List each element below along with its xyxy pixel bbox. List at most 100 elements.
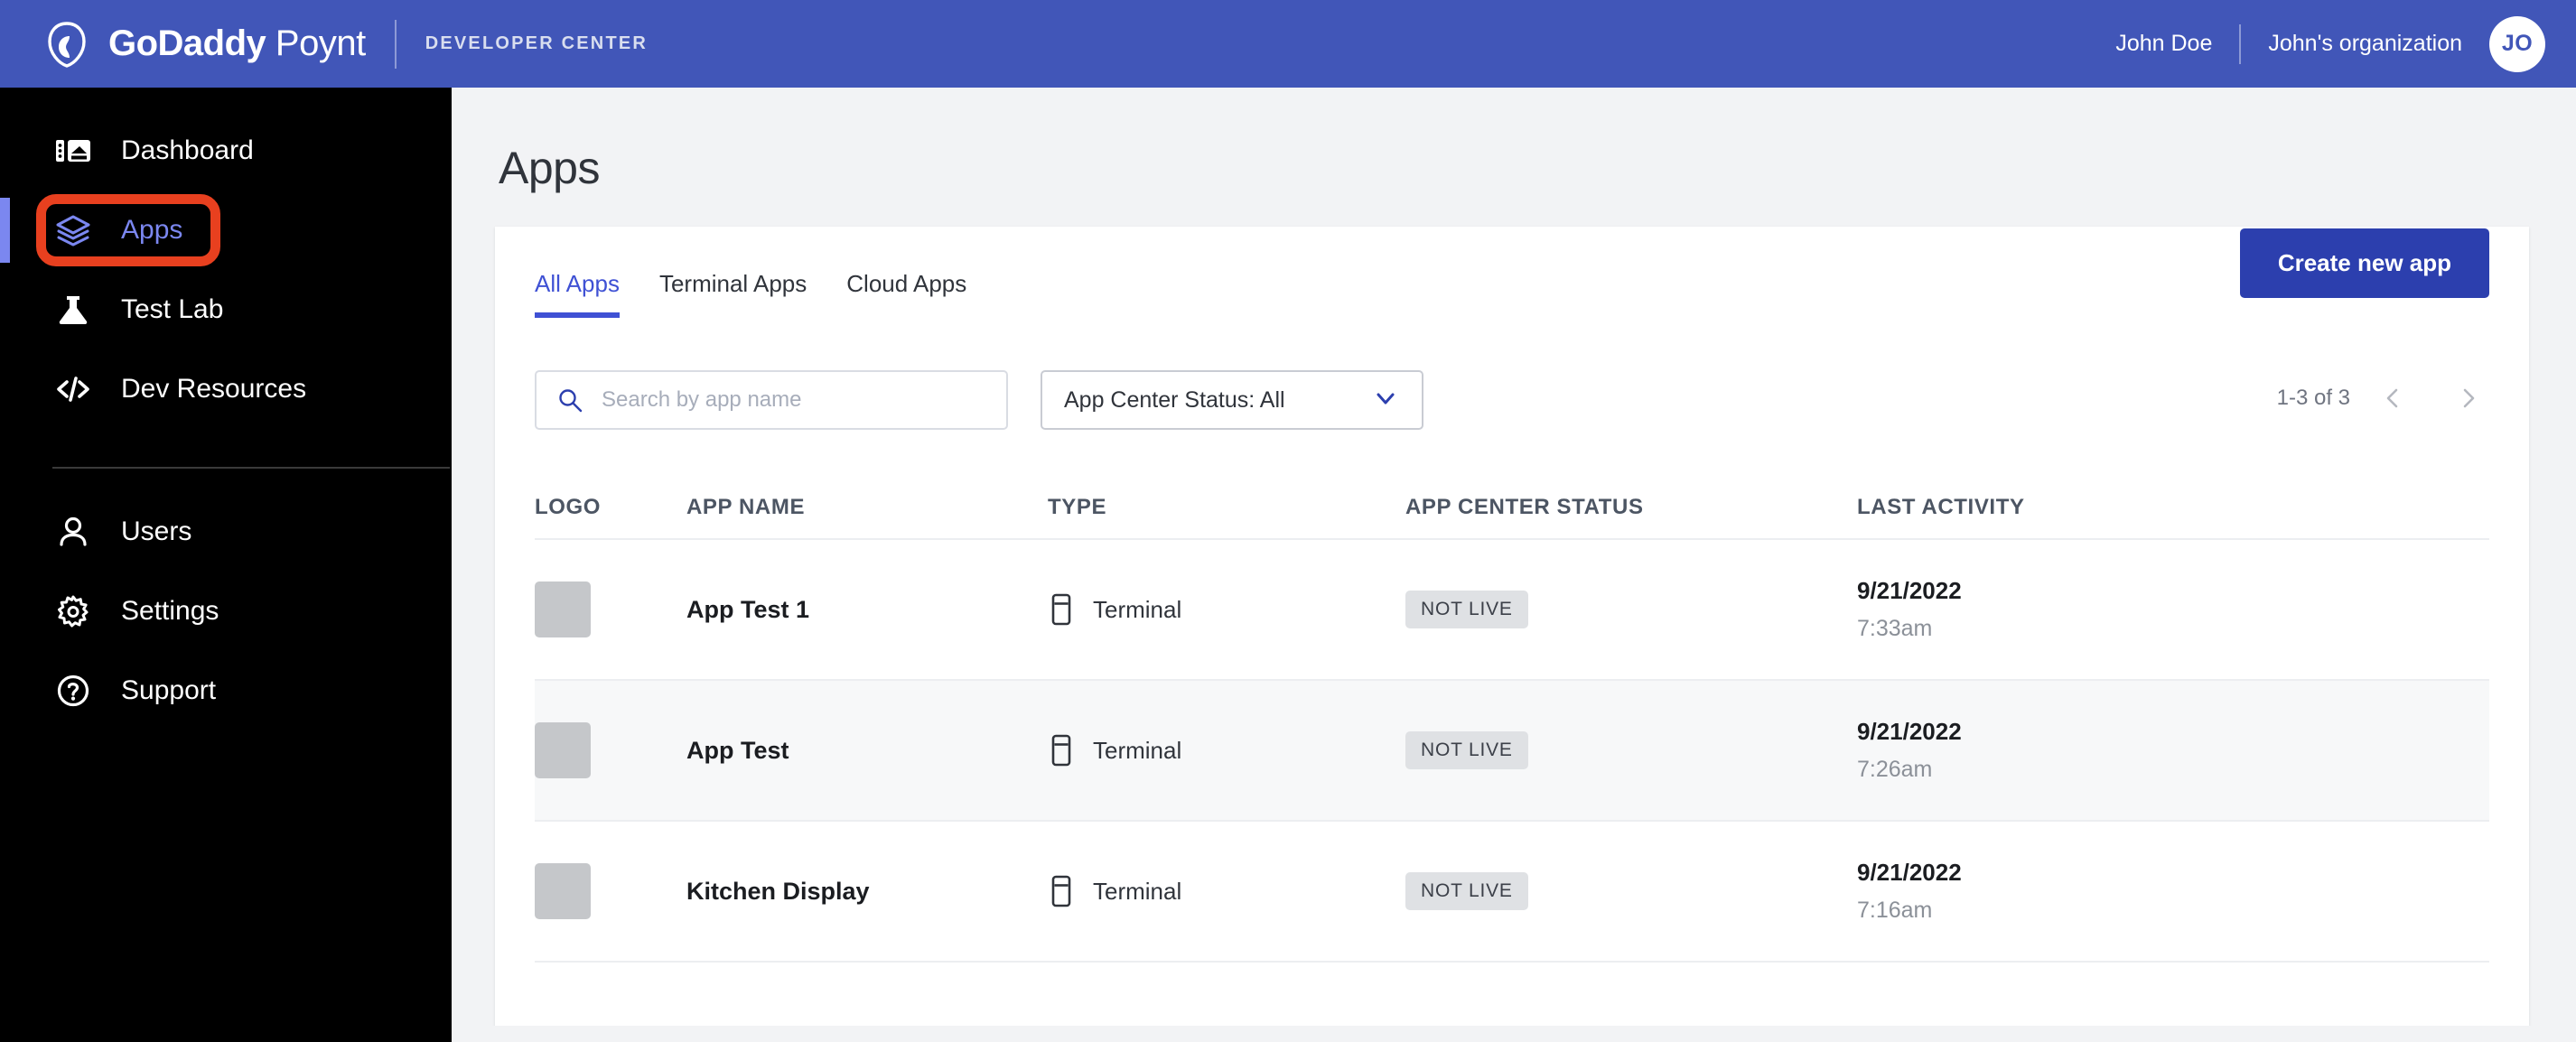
active-accent-bar — [0, 198, 10, 263]
sidebar-item-dashboard[interactable]: Dashboard — [0, 111, 452, 191]
last-activity-date: 9/21/2022 — [1857, 577, 1962, 604]
search-box[interactable] — [535, 370, 1008, 430]
sidebar-item-apps[interactable]: Apps — [0, 191, 452, 270]
app-activity-cell: 9/21/2022 7:26am — [1857, 718, 2489, 783]
create-new-app-button[interactable]: Create new app — [2239, 228, 2489, 298]
help-circle-icon — [52, 670, 94, 712]
brand-separator — [394, 19, 397, 69]
app-type-label: Terminal — [1093, 736, 1182, 764]
sidebar-item-label: Apps — [121, 215, 183, 245]
sidebar-item-test-lab[interactable]: Test Lab — [0, 270, 452, 349]
status-badge: NOT LIVE — [1405, 872, 1528, 910]
last-activity-time: 7:16am — [1857, 898, 1933, 923]
sidebar-item-label: Dashboard — [121, 135, 254, 165]
top-header-bar: GoDaddy Poynt DEVELOPER CENTER John Doe … — [0, 0, 2576, 88]
sidebar-item-label: Dev Resources — [121, 374, 307, 404]
sidebar: Dashboard Apps Test Lab Dev Resources Us… — [0, 88, 452, 1042]
sidebar-item-users[interactable]: Users — [0, 492, 452, 572]
godaddy-logo-icon — [42, 19, 92, 70]
sidebar-item-label: Test Lab — [121, 294, 224, 324]
apps-table: LOGO APP NAME TYPE APP CENTER STATUS LAS… — [535, 477, 2489, 963]
brand-title: GoDaddy Poynt — [108, 23, 366, 64]
layers-icon — [52, 209, 94, 251]
app-logo-placeholder — [535, 581, 591, 637]
app-type-label: Terminal — [1093, 877, 1182, 905]
tabs-bar: All Apps Terminal Apps Cloud Apps Create… — [495, 227, 2529, 318]
status-filter-label: App Center Status: All — [1064, 386, 1285, 413]
filters-bar: App Center Status: All 1-3 of 3 — [495, 318, 2529, 430]
status-badge: NOT LIVE — [1405, 731, 1528, 769]
sidebar-item-label: Support — [121, 675, 217, 705]
last-activity-date: 9/21/2022 — [1857, 859, 1962, 886]
app-logo-cell — [535, 863, 686, 919]
developer-center-label: DEVELOPER CENTER — [425, 33, 649, 53]
sidebar-item-label: Settings — [121, 596, 219, 626]
avatar[interactable]: JO — [2489, 15, 2545, 72]
app-status-cell: NOT LIVE — [1405, 591, 1857, 628]
app-logo-placeholder — [535, 722, 591, 778]
chevron-right-icon[interactable] — [2448, 377, 2489, 419]
pagination: 1-3 of 3 — [2277, 377, 2489, 419]
chevron-down-icon — [1373, 386, 1398, 415]
sidebar-item-settings[interactable]: Settings — [0, 572, 452, 651]
terminal-device-icon — [1048, 593, 1075, 626]
code-icon — [52, 368, 94, 410]
table-header-row: LOGO APP NAME TYPE APP CENTER STATUS LAS… — [535, 477, 2489, 540]
app-status-cell: NOT LIVE — [1405, 872, 1857, 910]
terminal-device-icon — [1048, 734, 1075, 767]
app-activity-cell: 9/21/2022 7:33am — [1857, 577, 2489, 642]
sidebar-item-dev-resources[interactable]: Dev Resources — [0, 349, 452, 429]
last-activity-time: 7:33am — [1857, 616, 1933, 641]
last-activity-time: 7:26am — [1857, 757, 1933, 782]
page-title: Apps — [499, 143, 600, 193]
app-root: GoDaddy Poynt DEVELOPER CENTER John Doe … — [0, 0, 2576, 1042]
column-header-logo: LOGO — [535, 495, 602, 519]
organization-label[interactable]: John's organization — [2268, 31, 2462, 57]
search-input[interactable] — [602, 372, 1006, 428]
pagination-count: 1-3 of 3 — [2276, 386, 2350, 410]
brand-title-light: Poynt — [266, 23, 366, 63]
app-name-cell: Kitchen Display — [686, 877, 870, 905]
last-activity-date: 9/21/2022 — [1857, 718, 1962, 745]
app-status-cell: NOT LIVE — [1405, 731, 1857, 769]
chevron-left-icon[interactable] — [2372, 377, 2413, 419]
dashboard-icon — [52, 130, 94, 172]
app-name-cell: App Test 1 — [686, 595, 810, 623]
flask-icon — [52, 289, 94, 330]
tab-terminal-apps[interactable]: Terminal Apps — [659, 270, 807, 318]
main-content: Apps All Apps Terminal Apps Cloud Apps C… — [452, 88, 2576, 1042]
app-logo-placeholder — [535, 863, 591, 919]
terminal-device-icon — [1048, 875, 1075, 907]
status-badge: NOT LIVE — [1405, 591, 1528, 628]
brand-block[interactable]: GoDaddy Poynt DEVELOPER CENTER — [42, 0, 648, 88]
table-row[interactable]: App Test Terminal NOT LIVE 9/21/2022 7:2… — [535, 681, 2489, 822]
app-type-cell: Terminal — [1048, 734, 1405, 767]
user-name-label[interactable]: John Doe — [2115, 31, 2212, 57]
brand-title-bold: GoDaddy — [108, 23, 266, 63]
column-header-last-activity: LAST ACTIVITY — [1857, 495, 2025, 519]
app-type-label: Terminal — [1093, 595, 1182, 623]
app-activity-cell: 9/21/2022 7:16am — [1857, 859, 2489, 924]
app-type-cell: Terminal — [1048, 875, 1405, 907]
search-icon — [556, 386, 583, 414]
sidebar-item-label: Users — [121, 516, 192, 546]
header-account-area: John Doe John's organization JO — [2115, 15, 2545, 72]
user-icon — [52, 511, 94, 553]
tab-all-apps[interactable]: All Apps — [535, 270, 620, 318]
sidebar-primary-group: Dashboard Apps Test Lab Dev Resources Us… — [0, 88, 452, 730]
table-row[interactable]: App Test 1 Terminal NOT LIVE 9/21/2022 7… — [535, 540, 2489, 681]
app-name-cell: App Test — [686, 736, 789, 764]
column-header-type: TYPE — [1048, 495, 1107, 519]
apps-card: All Apps Terminal Apps Cloud Apps Create… — [495, 227, 2529, 1042]
sidebar-item-support[interactable]: Support — [0, 651, 452, 730]
column-header-app-center-status: APP CENTER STATUS — [1405, 495, 1644, 519]
tab-cloud-apps[interactable]: Cloud Apps — [846, 270, 966, 318]
app-logo-cell — [535, 722, 686, 778]
app-logo-cell — [535, 581, 686, 637]
table-row[interactable]: Kitchen Display Terminal NOT LIVE 9/21/2… — [535, 822, 2489, 963]
page-bottom-strip — [452, 1026, 2576, 1042]
app-type-cell: Terminal — [1048, 593, 1405, 626]
sidebar-divider — [52, 467, 450, 469]
app-center-status-filter[interactable]: App Center Status: All — [1041, 370, 1423, 430]
column-header-app-name: APP NAME — [686, 495, 806, 519]
